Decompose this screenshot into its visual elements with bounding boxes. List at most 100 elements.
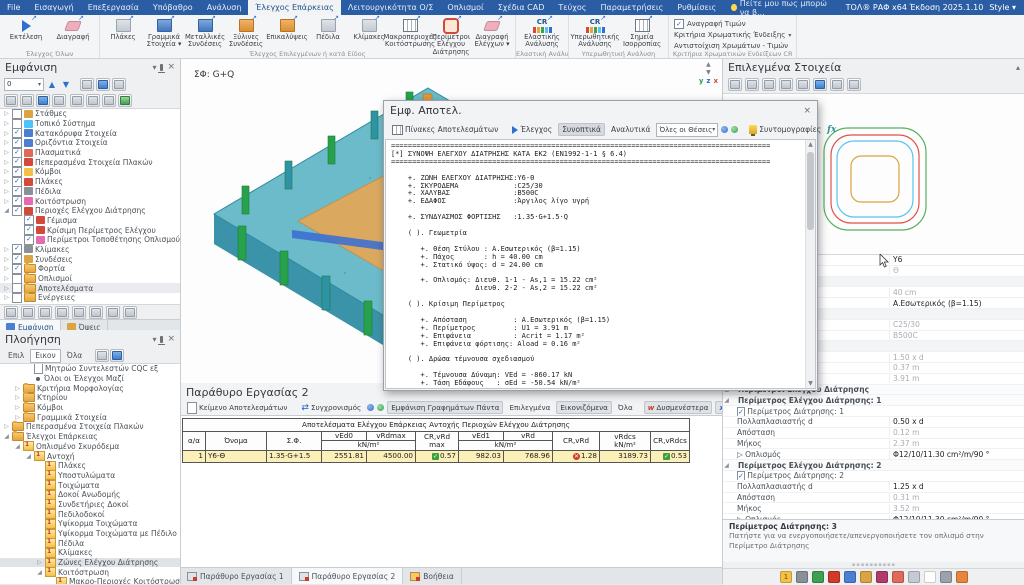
checkbox-icon[interactable] [12, 119, 22, 129]
property-row-13[interactable]: ◢Περίμετρος Ελέγχου Διάτρησης: 1 [723, 395, 1024, 406]
display-tree-item-1[interactable]: ▷Τοπικό Σύστημα [0, 119, 180, 129]
work-tab-2[interactable]: Βοήθεια [403, 568, 462, 584]
navigation-tree-item-4[interactable]: ▷Κόμβοι [0, 403, 180, 413]
navigation-tree-item-18[interactable]: Πέδιλα [0, 538, 180, 548]
zoom-extents-icon[interactable] [96, 78, 110, 91]
spin-down-icon[interactable]: ▼ [706, 69, 711, 76]
navigation-tree-item-19[interactable]: Κλίμακες [0, 548, 180, 558]
checkbox-icon[interactable]: ✓ [12, 244, 22, 254]
menu-tab-3[interactable]: Υπόβαθρο [146, 0, 200, 15]
hidden-cube-icon[interactable] [20, 94, 34, 107]
always-show-graphs-toggle[interactable]: Εμφάνιση Γραφημάτων Πάντα [387, 401, 503, 414]
navigation-tree-item-0[interactable]: Μητρώο Συντελεστών CQC εξ [0, 364, 180, 374]
expander-icon[interactable]: ◢ [25, 453, 32, 460]
navigation-tree-item-1[interactable]: Όλοι οι Έλεγχοι Μαζί [0, 374, 180, 384]
nav-tab-all[interactable]: Όλα [62, 349, 87, 363]
view-hidden-icon[interactable] [796, 78, 810, 91]
checkbox-icon[interactable] [12, 293, 22, 303]
run-check-button[interactable]: Έλεγχος [509, 124, 555, 135]
ribbon-button-delete-checks[interactable]: ↗Διαγραφή Ελέγχων ▾ [472, 17, 512, 50]
copy-image-icon[interactable] [847, 78, 861, 91]
find-icon[interactable] [55, 306, 69, 319]
ribbon-button-timber-connections[interactable]: ↗Ξύλινες Συνδέσεις [226, 17, 266, 50]
expander-icon[interactable]: ▷ [14, 385, 21, 392]
expander-icon[interactable]: ▷ [3, 265, 10, 272]
expander-icon[interactable]: ▷ [3, 188, 10, 195]
results-dialog-content[interactable]: ========================================… [385, 139, 816, 389]
menu-tab-10[interactable]: Παραμετρήσεις [593, 0, 670, 15]
sync-button[interactable]: ⇄ Συγχρονισμός [298, 402, 364, 413]
summary-toggle[interactable]: Συνοπτικά [558, 123, 605, 136]
checkbox-icon[interactable]: ✓ [12, 157, 22, 167]
window-2-icon[interactable] [110, 349, 124, 362]
checkbox-icon[interactable] [12, 274, 22, 284]
pin-icon[interactable] [160, 64, 163, 71]
zoom-extents-icon[interactable] [745, 78, 759, 91]
spin-up-icon[interactable]: ▲ [706, 61, 711, 68]
down-arrow-icon[interactable]: ▼ [60, 79, 72, 90]
checkbox-icon[interactable]: ✓ [737, 471, 745, 480]
expander-icon[interactable]: ◢ [3, 433, 10, 440]
export-err-icon[interactable] [828, 571, 840, 583]
menu-tab-4[interactable]: Ανάλυση [200, 0, 249, 15]
text-results-button[interactable]: Κείμενο Αποτελεσμάτων [184, 401, 290, 415]
select-arrow-icon[interactable] [728, 78, 742, 91]
property-row-14[interactable]: ✓ Περίμετρος Διάτρησης: 1 [723, 406, 1024, 417]
chevron-up-icon[interactable]: ▴ [1016, 63, 1020, 72]
abbreviations-button[interactable]: Συντομογραφίες [746, 124, 824, 135]
checkbox-icon[interactable] [12, 109, 22, 119]
filter-all-button[interactable]: Όλα [615, 402, 636, 413]
expander-icon[interactable]: ▷ [3, 149, 10, 156]
display-tree-item-10[interactable]: ◢✓Περιοχές Ελέγχου Διάτρησης [0, 206, 180, 216]
checkbox-icon[interactable]: ✓ [12, 264, 22, 274]
navigation-tree-item-14[interactable]: Συνδετήριες Δοκοί [0, 500, 180, 510]
filter-icon[interactable] [38, 306, 52, 319]
checkbox-icon[interactable]: ✓ [12, 148, 22, 158]
level-combo[interactable]: 0▾ [4, 78, 44, 91]
navigation-tree-item-16[interactable]: Υψίκορμα Τοιχώματα [0, 519, 180, 529]
menu-tab-0[interactable]: File [0, 0, 27, 15]
filter-shown-button[interactable]: Εικονιζόμενα [556, 401, 612, 414]
grid-icon[interactable] [123, 306, 137, 319]
menu-tab-2[interactable]: Επεξεργασία [81, 0, 146, 15]
display-tree-item-12[interactable]: ✓Κρίσιμη Περίμετρος Ελέγχου [0, 225, 180, 235]
navigation-tree-item-5[interactable]: ▷Γραμμικά Στοιχεία [0, 412, 180, 422]
chevron-down-icon[interactable]: ▾ [152, 335, 156, 344]
row-number-icon[interactable]: 1 [780, 571, 792, 583]
property-row-22[interactable]: Απόσταση0.31 m [723, 493, 1024, 504]
chevron-down-icon[interactable]: ▾ [152, 63, 156, 72]
result-tables-button[interactable]: Πίνακες Αποτελεσμάτων [389, 124, 501, 136]
expander-icon[interactable]: ◢ [36, 569, 43, 576]
filter-selected-button[interactable]: Επιλεγμένα [506, 402, 553, 413]
tell-me-search[interactable]: Πείτε μου πως μπορώ να β... [723, 0, 837, 15]
punching-results-table[interactable]: Αποτελέσματα Ελέγχου Επάρκειας Αντοχής Π… [182, 418, 690, 463]
ribbon-button-equilibrium-points[interactable]: ↗Σημεία Ισορροπίας [619, 17, 665, 50]
zoom-window-icon[interactable] [80, 78, 94, 91]
display-tree-item-7[interactable]: ▷✓Πλάκες [0, 177, 180, 187]
zoom-window-icon[interactable] [762, 78, 776, 91]
green-marker-toggle[interactable] [731, 126, 738, 133]
expander-icon[interactable]: ▷ [3, 256, 10, 263]
expander-icon[interactable]: ▷ [3, 130, 10, 137]
display-tree-item-0[interactable]: ▷Στάθμες [0, 109, 180, 119]
wire-cube-icon[interactable] [4, 94, 18, 107]
checkbox-icon[interactable]: ✓ [737, 407, 745, 416]
expander-icon[interactable]: ◢ [14, 443, 21, 450]
navigation-tree-item-21[interactable]: ◢Κοιτόστρωση [0, 567, 180, 577]
chart-line-icon[interactable] [844, 571, 856, 583]
property-row-21[interactable]: Πολλαπλασιαστής d1.25 x d [723, 482, 1024, 493]
ribbon-button-footings-check[interactable]: ↗Πέδιλα [308, 17, 348, 42]
ribbon-button-linear-elements[interactable]: ↗Γραμμικά Στοιχεία ▾ [144, 17, 184, 50]
ribbon-option-0[interactable]: ✓Αναγραφή Τιμών [674, 19, 791, 29]
checkbox-icon[interactable]: ✓ [12, 186, 22, 196]
image-icon[interactable] [940, 571, 952, 583]
view-wire-icon[interactable] [779, 78, 793, 91]
render-cube-icon[interactable] [52, 94, 66, 107]
swap-view-icon[interactable] [89, 306, 103, 319]
style-menu[interactable]: Style ▾ [989, 3, 1016, 12]
display-tree-item-14[interactable]: ▷✓Κλίμακες [0, 245, 180, 255]
expander-icon[interactable]: ▷ [3, 178, 10, 185]
menu-tab-9[interactable]: Τεύχος [551, 0, 593, 15]
navigation-tree-item-15[interactable]: Πεδιλοδοκοί [0, 509, 180, 519]
home-grey-icon[interactable] [102, 94, 116, 107]
